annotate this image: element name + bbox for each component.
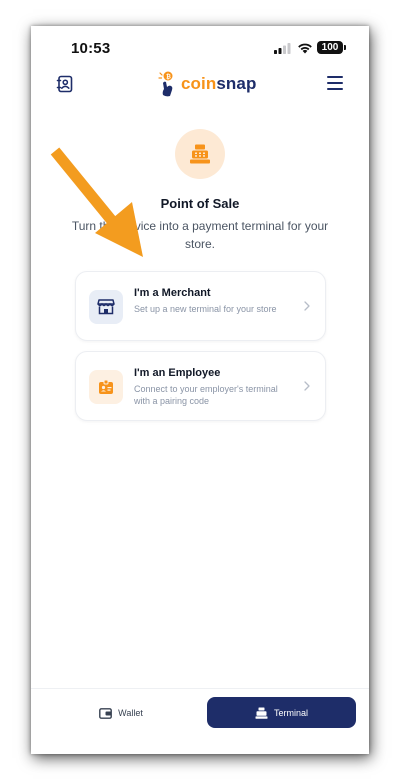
logo-wordmark: coinsnap [181, 74, 256, 94]
coinsnap-logo: ₿ coinsnap [157, 69, 256, 99]
cash-register-icon [190, 144, 210, 164]
employee-option-title: I'm an Employee [134, 367, 221, 379]
cash-register-icon [255, 707, 268, 719]
chevron-right-icon [304, 381, 310, 391]
merchant-option-description: Set up a new terminal for your store [134, 304, 277, 314]
logo-wordmark-snap: snap [216, 74, 257, 93]
id-badge-icon [99, 379, 113, 394]
svg-text:₿: ₿ [166, 74, 171, 81]
cellular-signal-icon [274, 43, 291, 54]
battery-icon: 100 [317, 41, 343, 54]
merchant-option-title: I'm a Merchant [134, 287, 211, 299]
cash-register-badge [175, 129, 225, 179]
page-title: Point of Sale [160, 196, 240, 211]
storefront-icon [97, 299, 115, 315]
nav-terminal-tab[interactable]: Terminal [207, 697, 356, 728]
bottom-navigation: Wallet Terminal [31, 688, 369, 754]
battery-cap [344, 45, 346, 50]
app-header: ₿ coinsnap [31, 66, 369, 102]
nav-terminal-label: Terminal [273, 707, 308, 718]
nav-wallet-label: Wallet [118, 708, 143, 718]
merchant-option-card[interactable]: I'm a Merchant Set up a new terminal for… [75, 271, 326, 341]
wallet-icon [99, 707, 113, 719]
status-bar: 10:53 100 [31, 26, 369, 70]
app-screen: 10:53 100 ₿ coinsnap Point of Sale Turn … [31, 26, 369, 754]
storefront-badge [89, 290, 123, 324]
nav-wallet-tab[interactable]: Wallet [81, 697, 161, 729]
wifi-icon [298, 43, 312, 54]
logo-wordmark-coin: coin [181, 74, 217, 93]
status-time: 10:53 [71, 40, 111, 57]
chevron-right-icon [304, 301, 310, 311]
page-subtitle: Turn this device into a payment terminal… [71, 219, 329, 251]
employee-option-card[interactable]: I'm an Employee Connect to your employer… [75, 351, 326, 421]
contacts-icon[interactable] [56, 75, 74, 93]
employee-option-description: Connect to your employer's terminal with… [134, 384, 278, 406]
phone-frame: 10:53 100 ₿ coinsnap Point of Sale Turn … [31, 26, 369, 754]
id-badge-badge [89, 370, 123, 404]
hamburger-menu-icon[interactable] [327, 76, 343, 90]
coinsnap-logo-mark-icon: ₿ [158, 71, 173, 97]
